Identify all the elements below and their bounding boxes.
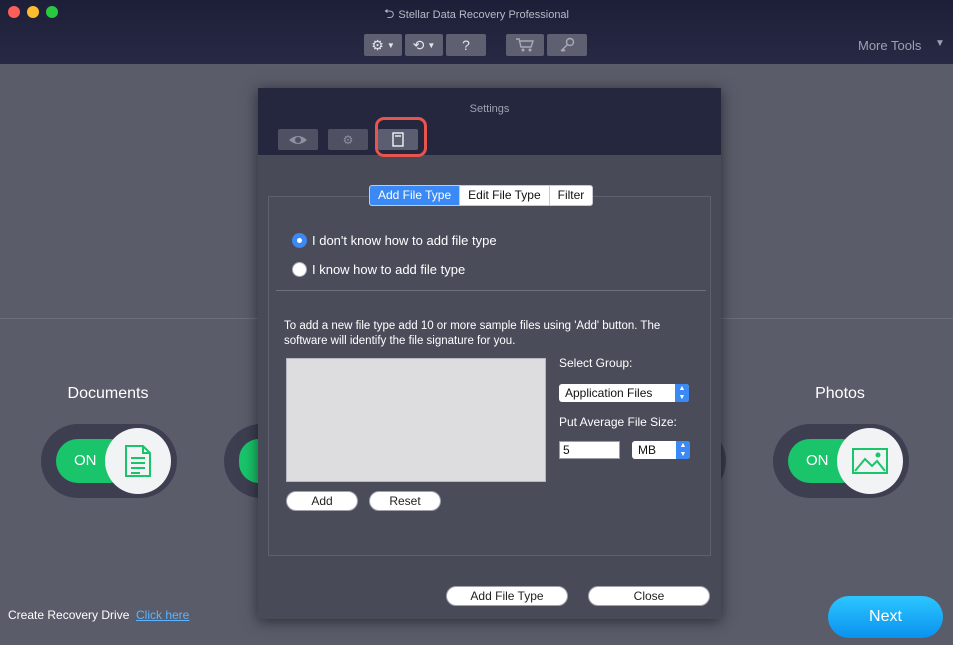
- dialog-title: Settings: [469, 103, 510, 115]
- category-label-documents: Documents: [67, 385, 149, 402]
- select-group-label: Select Group:: [559, 356, 633, 370]
- more-tools-menu[interactable]: More Tools: [858, 38, 921, 53]
- history-menu-button[interactable]: ⟲ ▼: [405, 34, 443, 56]
- tab-highlight-annotation: [375, 117, 427, 157]
- instructions-text: To add a new file type add 10 or more sa…: [284, 320, 661, 347]
- segment-filter[interactable]: Filter: [548, 186, 593, 205]
- tab-preview[interactable]: [278, 129, 318, 150]
- file-size-unit-value: MB: [638, 443, 656, 457]
- history-icon: ⟲: [412, 36, 425, 53]
- activation-key-button[interactable]: [547, 34, 587, 56]
- help-button[interactable]: ?: [446, 34, 486, 56]
- next-button[interactable]: Next: [828, 596, 943, 638]
- key-icon: [560, 37, 575, 52]
- settings-dialog: Settings ⚙ Add File Type Edit File Type …: [258, 88, 721, 619]
- gear-icon: ⚙: [371, 36, 384, 53]
- chevron-up-down-icon: ▲ ▼: [675, 384, 689, 402]
- help-icon: ?: [462, 37, 470, 53]
- cart-button[interactable]: [506, 34, 544, 56]
- select-group-value: Application Files: [565, 386, 653, 400]
- chevron-down-icon[interactable]: ▼: [935, 38, 945, 49]
- dialog-header: Settings ⚙: [258, 88, 721, 157]
- toggle-knob: [837, 428, 903, 494]
- file-size-input[interactable]: 5: [559, 441, 620, 459]
- add-file-type-button[interactable]: Add File Type: [446, 586, 568, 606]
- documents-toggle[interactable]: ON: [41, 424, 177, 498]
- sample-files-list[interactable]: [286, 358, 546, 482]
- file-type-segmented-control: Add File Type Edit File Type Filter: [369, 185, 594, 206]
- divider: [720, 318, 953, 319]
- cart-icon: [516, 38, 534, 52]
- segment-edit-file-type[interactable]: Edit File Type: [459, 186, 548, 205]
- radio-label: I know how to add file type: [312, 262, 466, 277]
- chevron-down-icon: ▼: [386, 40, 395, 50]
- radio-dont-know-option[interactable]: I don't know how to add file type: [292, 233, 497, 248]
- window-title: ⮌ Stellar Data Recovery Professional: [384, 6, 569, 21]
- chevron-down-icon: ▼: [427, 40, 436, 50]
- radio-label: I don't know how to add file type: [312, 233, 497, 248]
- gear-icon: ⚙: [342, 132, 354, 147]
- toggle-knob: [105, 428, 171, 494]
- radio-know-option[interactable]: I know how to add file type: [292, 262, 465, 277]
- file-size-label: Put Average File Size:: [559, 415, 677, 429]
- create-recovery-drive-label: Create Recovery Drive: [8, 608, 130, 622]
- title-bar: ⮌ Stellar Data Recovery Professional ⚙ ▼ ⟲…: [0, 0, 953, 64]
- close-button[interactable]: Close: [588, 586, 710, 606]
- section-separator: [276, 290, 706, 291]
- settings-menu-button[interactable]: ⚙ ▼: [364, 34, 402, 56]
- back-arrow-icon: ⮌: [384, 6, 395, 21]
- tab-advanced-settings[interactable]: ⚙: [328, 129, 368, 150]
- photos-toggle[interactable]: ON: [773, 424, 909, 498]
- document-icon: [125, 445, 151, 477]
- chevron-up-down-icon: ▲ ▼: [676, 441, 690, 459]
- divider: [0, 318, 258, 319]
- category-label-photos: Photos: [815, 385, 865, 402]
- recovery-click-here-link[interactable]: Click here: [136, 608, 189, 622]
- select-group-dropdown[interactable]: Application Files ▲ ▼: [559, 384, 689, 402]
- file-size-unit-dropdown[interactable]: MB ▲ ▼: [632, 441, 690, 459]
- photo-icon: [852, 448, 888, 474]
- eye-icon: [289, 135, 307, 144]
- reset-button[interactable]: Reset: [369, 491, 441, 511]
- segment-add-file-type[interactable]: Add File Type: [370, 186, 460, 205]
- add-button[interactable]: Add: [286, 491, 358, 511]
- radio-button[interactable]: [292, 262, 307, 277]
- radio-button-selected[interactable]: [292, 233, 307, 248]
